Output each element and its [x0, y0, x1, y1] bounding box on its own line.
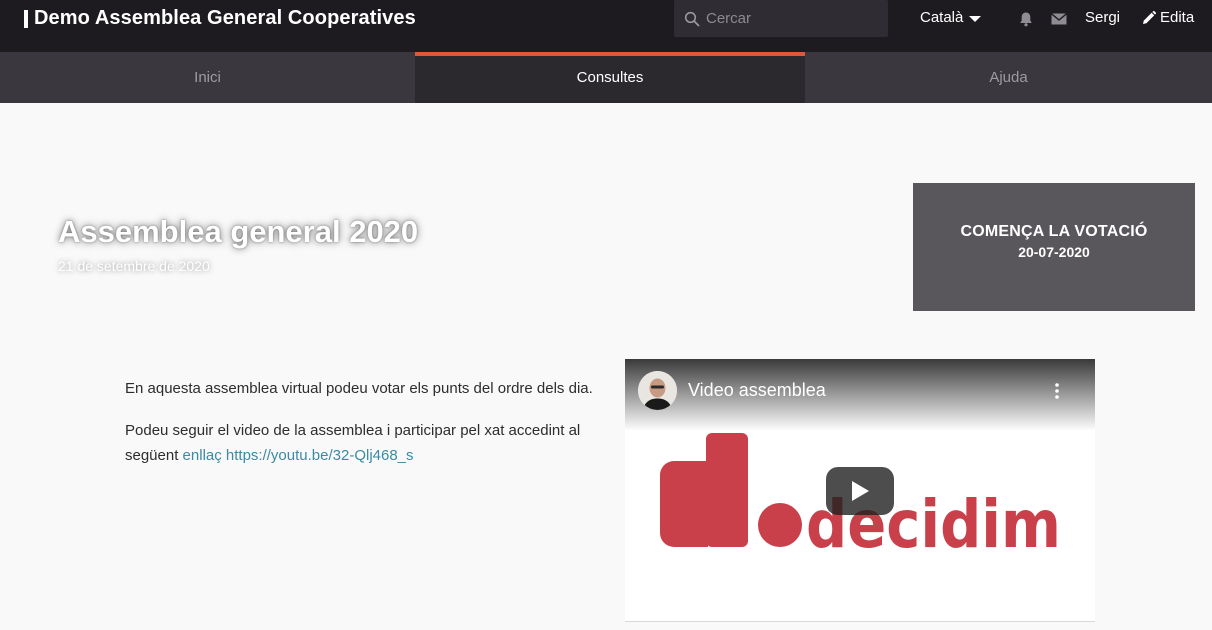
play-button[interactable] [826, 467, 894, 515]
voting-start-box: COMENÇA LA VOTACIÓ 20-07-2020 [913, 183, 1195, 311]
consultation-description: En aquesta assemblea virtual podeu votar… [125, 376, 615, 485]
avatar-image [638, 371, 677, 410]
tab-label: Inici [194, 69, 221, 86]
video-title[interactable]: Video assemblea [688, 380, 826, 401]
description-paragraph: Podeu seguir el video de la assemblea i … [125, 418, 615, 468]
search-input[interactable] [706, 10, 886, 27]
video-embed[interactable]: Video assemblea decidim [625, 359, 1095, 622]
caret-down-icon [969, 15, 982, 22]
more-vertical-icon[interactable] [1055, 382, 1059, 400]
pencil-icon [1143, 10, 1156, 24]
tab-ajuda[interactable]: Ajuda [805, 52, 1212, 103]
consultation-date: 21 de setembre de 2020 [58, 258, 210, 274]
language-label: Català [920, 9, 964, 26]
video-link[interactable]: enllaç https://youtu.be/32-Qlj468_s [183, 447, 414, 464]
organization-title[interactable]: Demo Assemblea General Cooperatives [34, 7, 416, 30]
tab-consultes[interactable]: Consultes [415, 52, 805, 103]
bell-icon[interactable] [1018, 11, 1034, 27]
edit-label: Edita [1160, 9, 1195, 26]
voting-start-label: COMENÇA LA VOTACIÓ [960, 222, 1148, 240]
play-icon [852, 481, 869, 501]
channel-avatar[interactable] [638, 371, 677, 410]
main-navigation: Inici Consultes Ajuda [0, 52, 1212, 103]
search-icon [684, 11, 700, 26]
edit-button[interactable]: Edita [1142, 9, 1194, 26]
mail-icon[interactable] [1051, 12, 1067, 26]
tab-label: Consultes [576, 69, 644, 86]
organization-logo[interactable]: Demo Assemblea General Cooperatives [24, 7, 416, 30]
top-bar: Demo Assemblea General Cooperatives Cata… [0, 0, 1212, 52]
video-divider [625, 621, 1095, 622]
language-selector[interactable]: Català [920, 9, 982, 26]
description-paragraph: En aquesta assemblea virtual podeu votar… [125, 380, 593, 397]
page-title: Assemblea general 2020 [58, 214, 419, 249]
search-box[interactable] [674, 0, 888, 37]
user-menu[interactable]: Sergi [1085, 9, 1120, 26]
tab-label: Ajuda [989, 69, 1028, 86]
org-accent-bar [24, 9, 28, 28]
tab-inici[interactable]: Inici [0, 52, 415, 103]
voting-start-date: 20-07-2020 [1018, 243, 1090, 260]
